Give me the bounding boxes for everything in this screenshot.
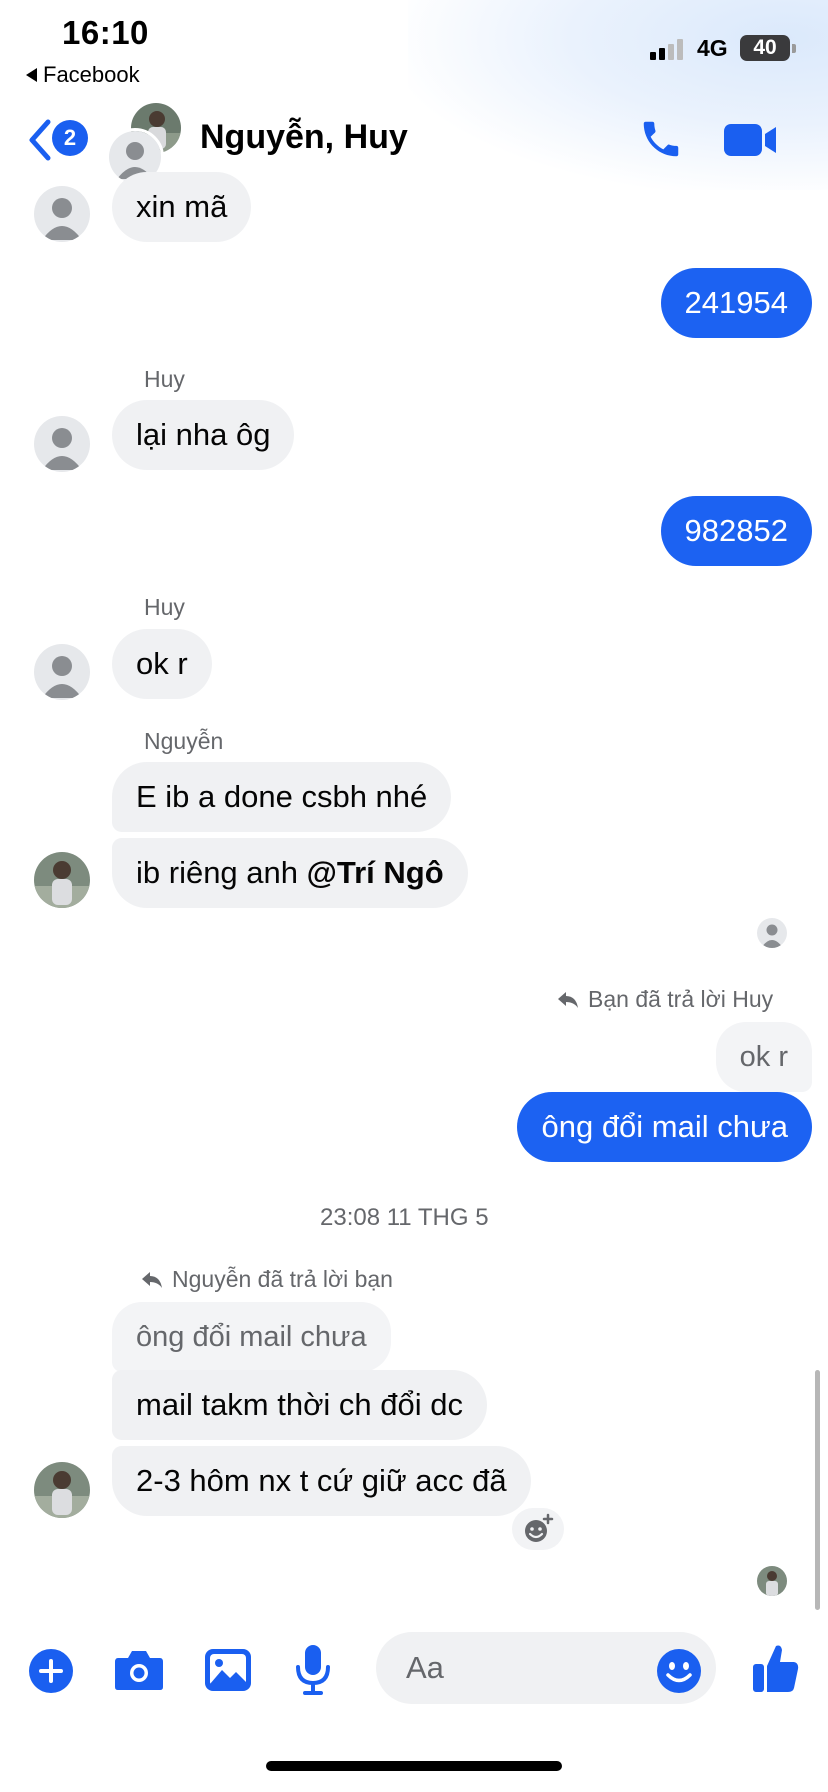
message-bubble[interactable]: E ib a done csbh nhé <box>112 762 452 832</box>
microphone-icon[interactable] <box>294 1644 332 1696</box>
avatar[interactable] <box>34 416 90 472</box>
reply-note-text: Bạn đã trả lời Huy <box>588 986 774 1012</box>
add-reaction-button[interactable] <box>512 1508 564 1550</box>
add-icon[interactable] <box>28 1648 74 1694</box>
avatar-photo[interactable] <box>34 1462 90 1518</box>
seen-avatar <box>757 918 787 948</box>
message-bubble-sent[interactable]: 241954 <box>660 268 812 338</box>
avatar[interactable] <box>34 186 90 242</box>
message-bubble[interactable]: mail takm thời ch đổi dc <box>112 1370 487 1440</box>
message-bubble[interactable]: ib riêng anh @Trí Ngô <box>112 838 468 908</box>
battery-cap <box>792 44 796 53</box>
avatar[interactable] <box>34 644 90 700</box>
sender-name: Huy <box>144 594 185 620</box>
battery-icon: 40 <box>740 35 790 61</box>
reply-arrow-icon <box>142 1271 162 1288</box>
message-input-placeholder: Aa <box>406 1650 444 1685</box>
message-text: ib riêng anh <box>136 855 307 890</box>
message-bubble[interactable]: lại nha ôg <box>112 400 295 470</box>
avatar-photo[interactable] <box>34 852 90 908</box>
message-bubble[interactable]: ok r <box>112 629 212 699</box>
back-app-label: Facebook <box>43 62 140 87</box>
conversation-title[interactable]: Nguyễn, Huy <box>200 118 408 157</box>
network-type: 4G <box>697 35 728 61</box>
sender-name: Huy <box>144 366 185 392</box>
back-triangle-icon <box>26 68 37 82</box>
image-icon[interactable] <box>204 1648 252 1692</box>
phone-icon[interactable] <box>638 116 684 162</box>
video-icon[interactable] <box>722 120 778 160</box>
quoted-message[interactable]: ông đổi mail chưa <box>112 1302 391 1372</box>
reply-note: Bạn đã trả lời Huy <box>556 986 773 1013</box>
seen-avatar-photo <box>757 1566 787 1596</box>
signal-icon <box>650 38 683 60</box>
reply-arrow-icon <box>558 991 578 1008</box>
reply-note: Nguyễn đã trả lời bạn <box>140 1266 393 1293</box>
message-bubble-sent[interactable]: 982852 <box>660 496 812 566</box>
quoted-message[interactable]: ok r <box>715 1022 812 1092</box>
back-to-app-link[interactable]: Facebook <box>26 62 140 88</box>
add-reaction-icon <box>525 1513 554 1542</box>
camera-icon[interactable] <box>114 1648 164 1692</box>
like-icon[interactable] <box>752 1642 800 1694</box>
status-time: 16:10 <box>62 14 149 51</box>
header-glow <box>408 0 828 190</box>
unread-badge[interactable]: 2 <box>52 120 88 156</box>
reply-note-text: Nguyễn đã trả lời bạn <box>172 1266 393 1292</box>
timestamp: 23:08 11 THG 5 <box>320 1204 489 1231</box>
message-bubble-sent[interactable]: ông đổi mail chưa <box>517 1092 812 1162</box>
mention-link[interactable]: @Trí Ngô <box>307 855 444 891</box>
home-indicator[interactable] <box>266 1761 562 1771</box>
message-bubble[interactable]: 2-3 hôm nx t cứ giữ acc đã <box>112 1446 531 1516</box>
emoji-icon[interactable] <box>656 1648 702 1694</box>
battery-level: 40 <box>753 36 777 59</box>
sender-name: Nguyễn <box>144 728 224 754</box>
scrollbar[interactable] <box>815 1370 820 1610</box>
message-bubble[interactable]: xin mã <box>112 172 252 242</box>
